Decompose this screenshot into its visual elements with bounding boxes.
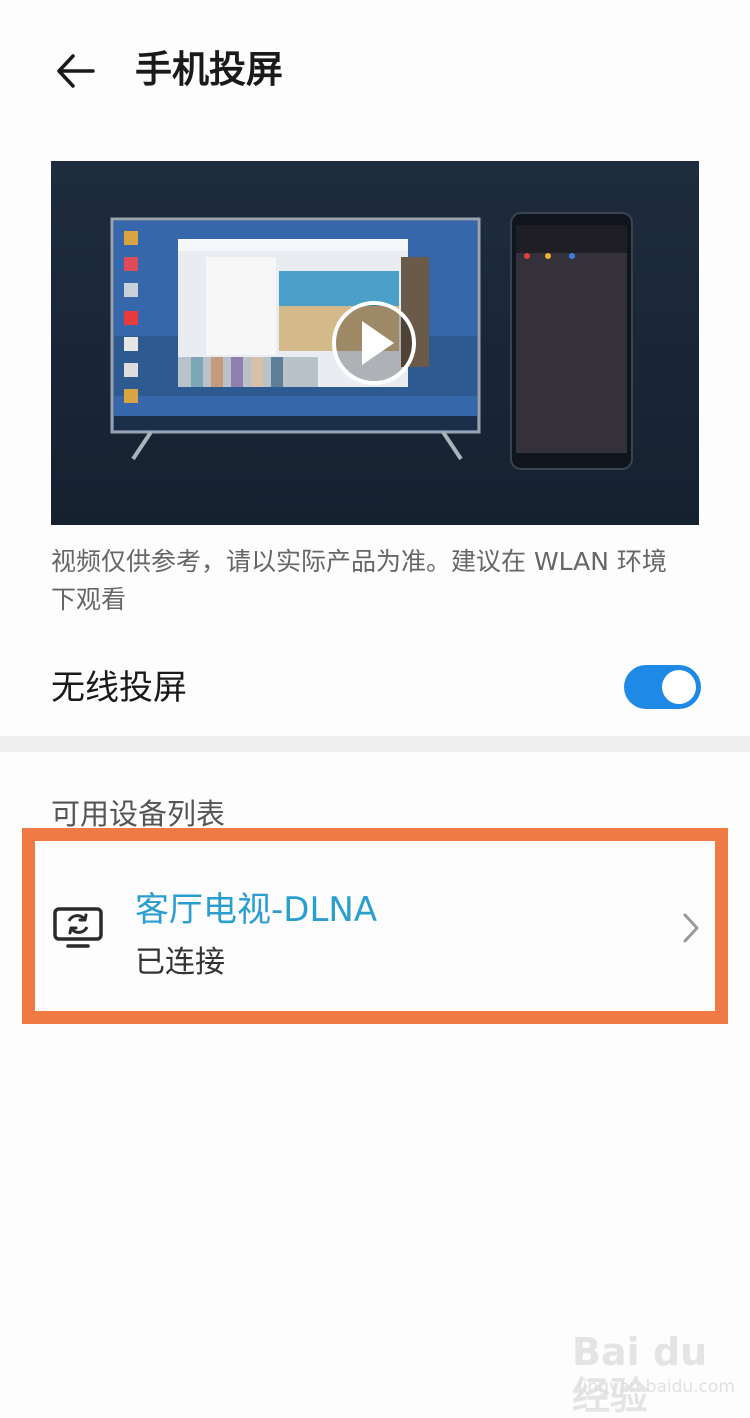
page-title: 手机投屏	[135, 48, 283, 91]
watermark-url: jingyan.baidu.com	[578, 1377, 735, 1397]
back-button[interactable]	[50, 46, 100, 96]
arrow-left-icon	[57, 54, 95, 88]
tv-cast-icon	[53, 907, 103, 948]
wireless-projection-label: 无线投屏	[51, 668, 187, 708]
device-item[interactable]: 客厅电视-DLNA 已连接	[22, 828, 728, 1024]
baidu-jingyan-watermark: Bai du 经验 jingyan.baidu.com	[572, 1330, 735, 1418]
demo-video[interactable]	[51, 161, 699, 525]
device-status: 已连接	[135, 945, 225, 980]
chevron-right-icon	[683, 913, 699, 943]
video-caption: 视频仅供参考，请以实际产品为准。建议在 WLAN 环境下观看	[51, 547, 667, 614]
video-thumbnail	[110, 212, 633, 470]
app-bar: 手机投屏	[0, 0, 750, 140]
watermark-brand: Bai du 经验	[572, 1330, 708, 1418]
wireless-projection-toggle[interactable]	[624, 665, 701, 709]
wireless-projection-row[interactable]: 无线投屏	[0, 640, 750, 736]
section-divider	[0, 736, 750, 752]
toggle-knob	[662, 670, 696, 704]
device-name: 客厅电视-DLNA	[135, 890, 378, 930]
